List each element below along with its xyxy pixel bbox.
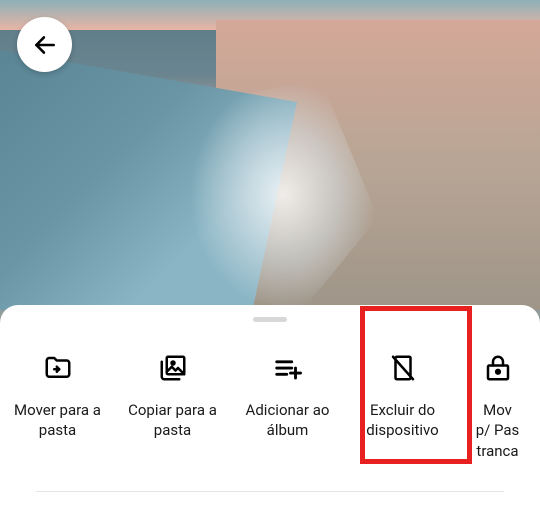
device-off-icon — [388, 348, 418, 388]
lock-icon — [483, 348, 513, 388]
copy-to-folder-button[interactable]: Copiar para a pasta — [115, 340, 230, 469]
photo-viewer[interactable] — [0, 0, 540, 310]
playlist-add-icon — [273, 348, 303, 388]
back-arrow-icon — [32, 32, 58, 58]
delete-from-device-button[interactable]: Excluir do dispositivo — [345, 340, 460, 469]
sheet-divider — [36, 491, 504, 492]
bottom-action-sheet: Mover para a pasta Copiar para a pasta — [0, 305, 540, 505]
add-to-album-button[interactable]: Adicionar ao álbum — [230, 340, 345, 469]
action-label: Mover para a pasta — [6, 400, 109, 441]
move-to-locked-folder-button[interactable]: Mov p/ Pas tranca — [460, 340, 535, 469]
action-label: Mov p/ Pas tranca — [476, 400, 520, 461]
back-button[interactable] — [17, 17, 72, 72]
actions-row: Mover para a pasta Copiar para a pasta — [0, 322, 540, 469]
folder-move-icon — [43, 348, 73, 388]
move-to-folder-button[interactable]: Mover para a pasta — [0, 340, 115, 469]
action-label: Adicionar ao álbum — [236, 400, 339, 441]
action-label: Copiar para a pasta — [121, 400, 224, 441]
action-label: Excluir do dispositivo — [351, 400, 454, 441]
image-copy-icon — [158, 348, 188, 388]
